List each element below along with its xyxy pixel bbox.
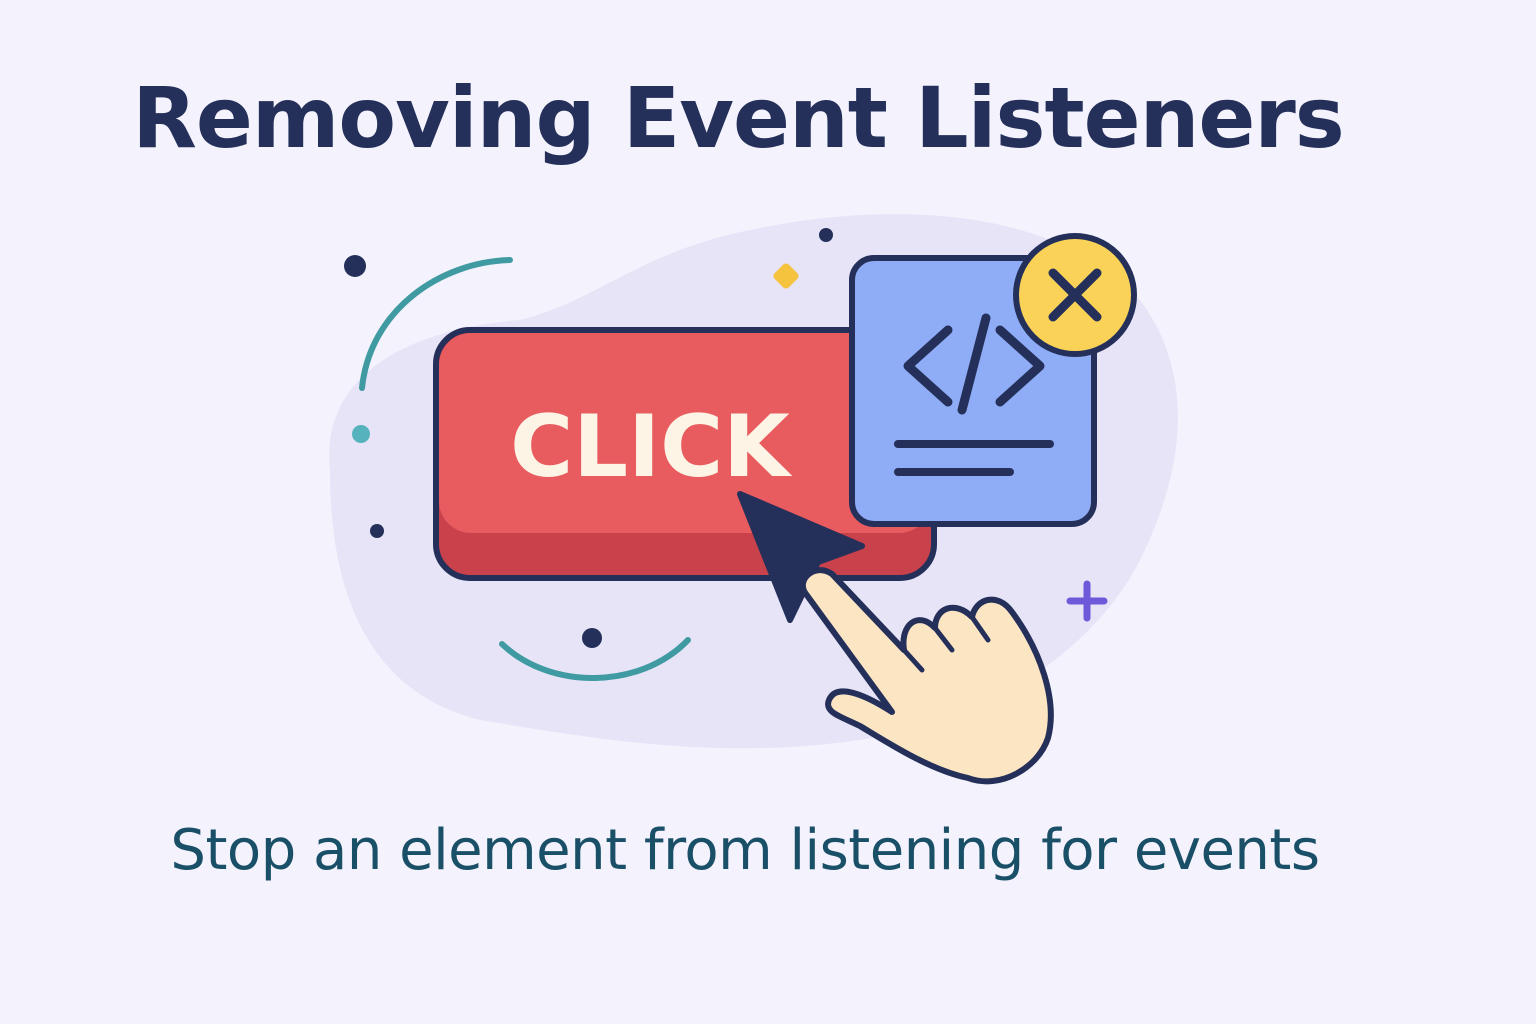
decorative-dot: [344, 255, 366, 277]
remove-listener-badge[interactable]: [1013, 233, 1137, 357]
decorative-dot: [370, 524, 384, 538]
click-button-label: CLICK: [510, 397, 793, 497]
page: Removing Event Listeners CLICK Stop an e…: [0, 0, 1536, 1024]
page-subtitle: Stop an element from listening for event…: [170, 818, 1320, 883]
decorative-dot: [582, 628, 602, 648]
decorative-dot: [819, 228, 833, 242]
decorative-dot: [352, 425, 370, 443]
